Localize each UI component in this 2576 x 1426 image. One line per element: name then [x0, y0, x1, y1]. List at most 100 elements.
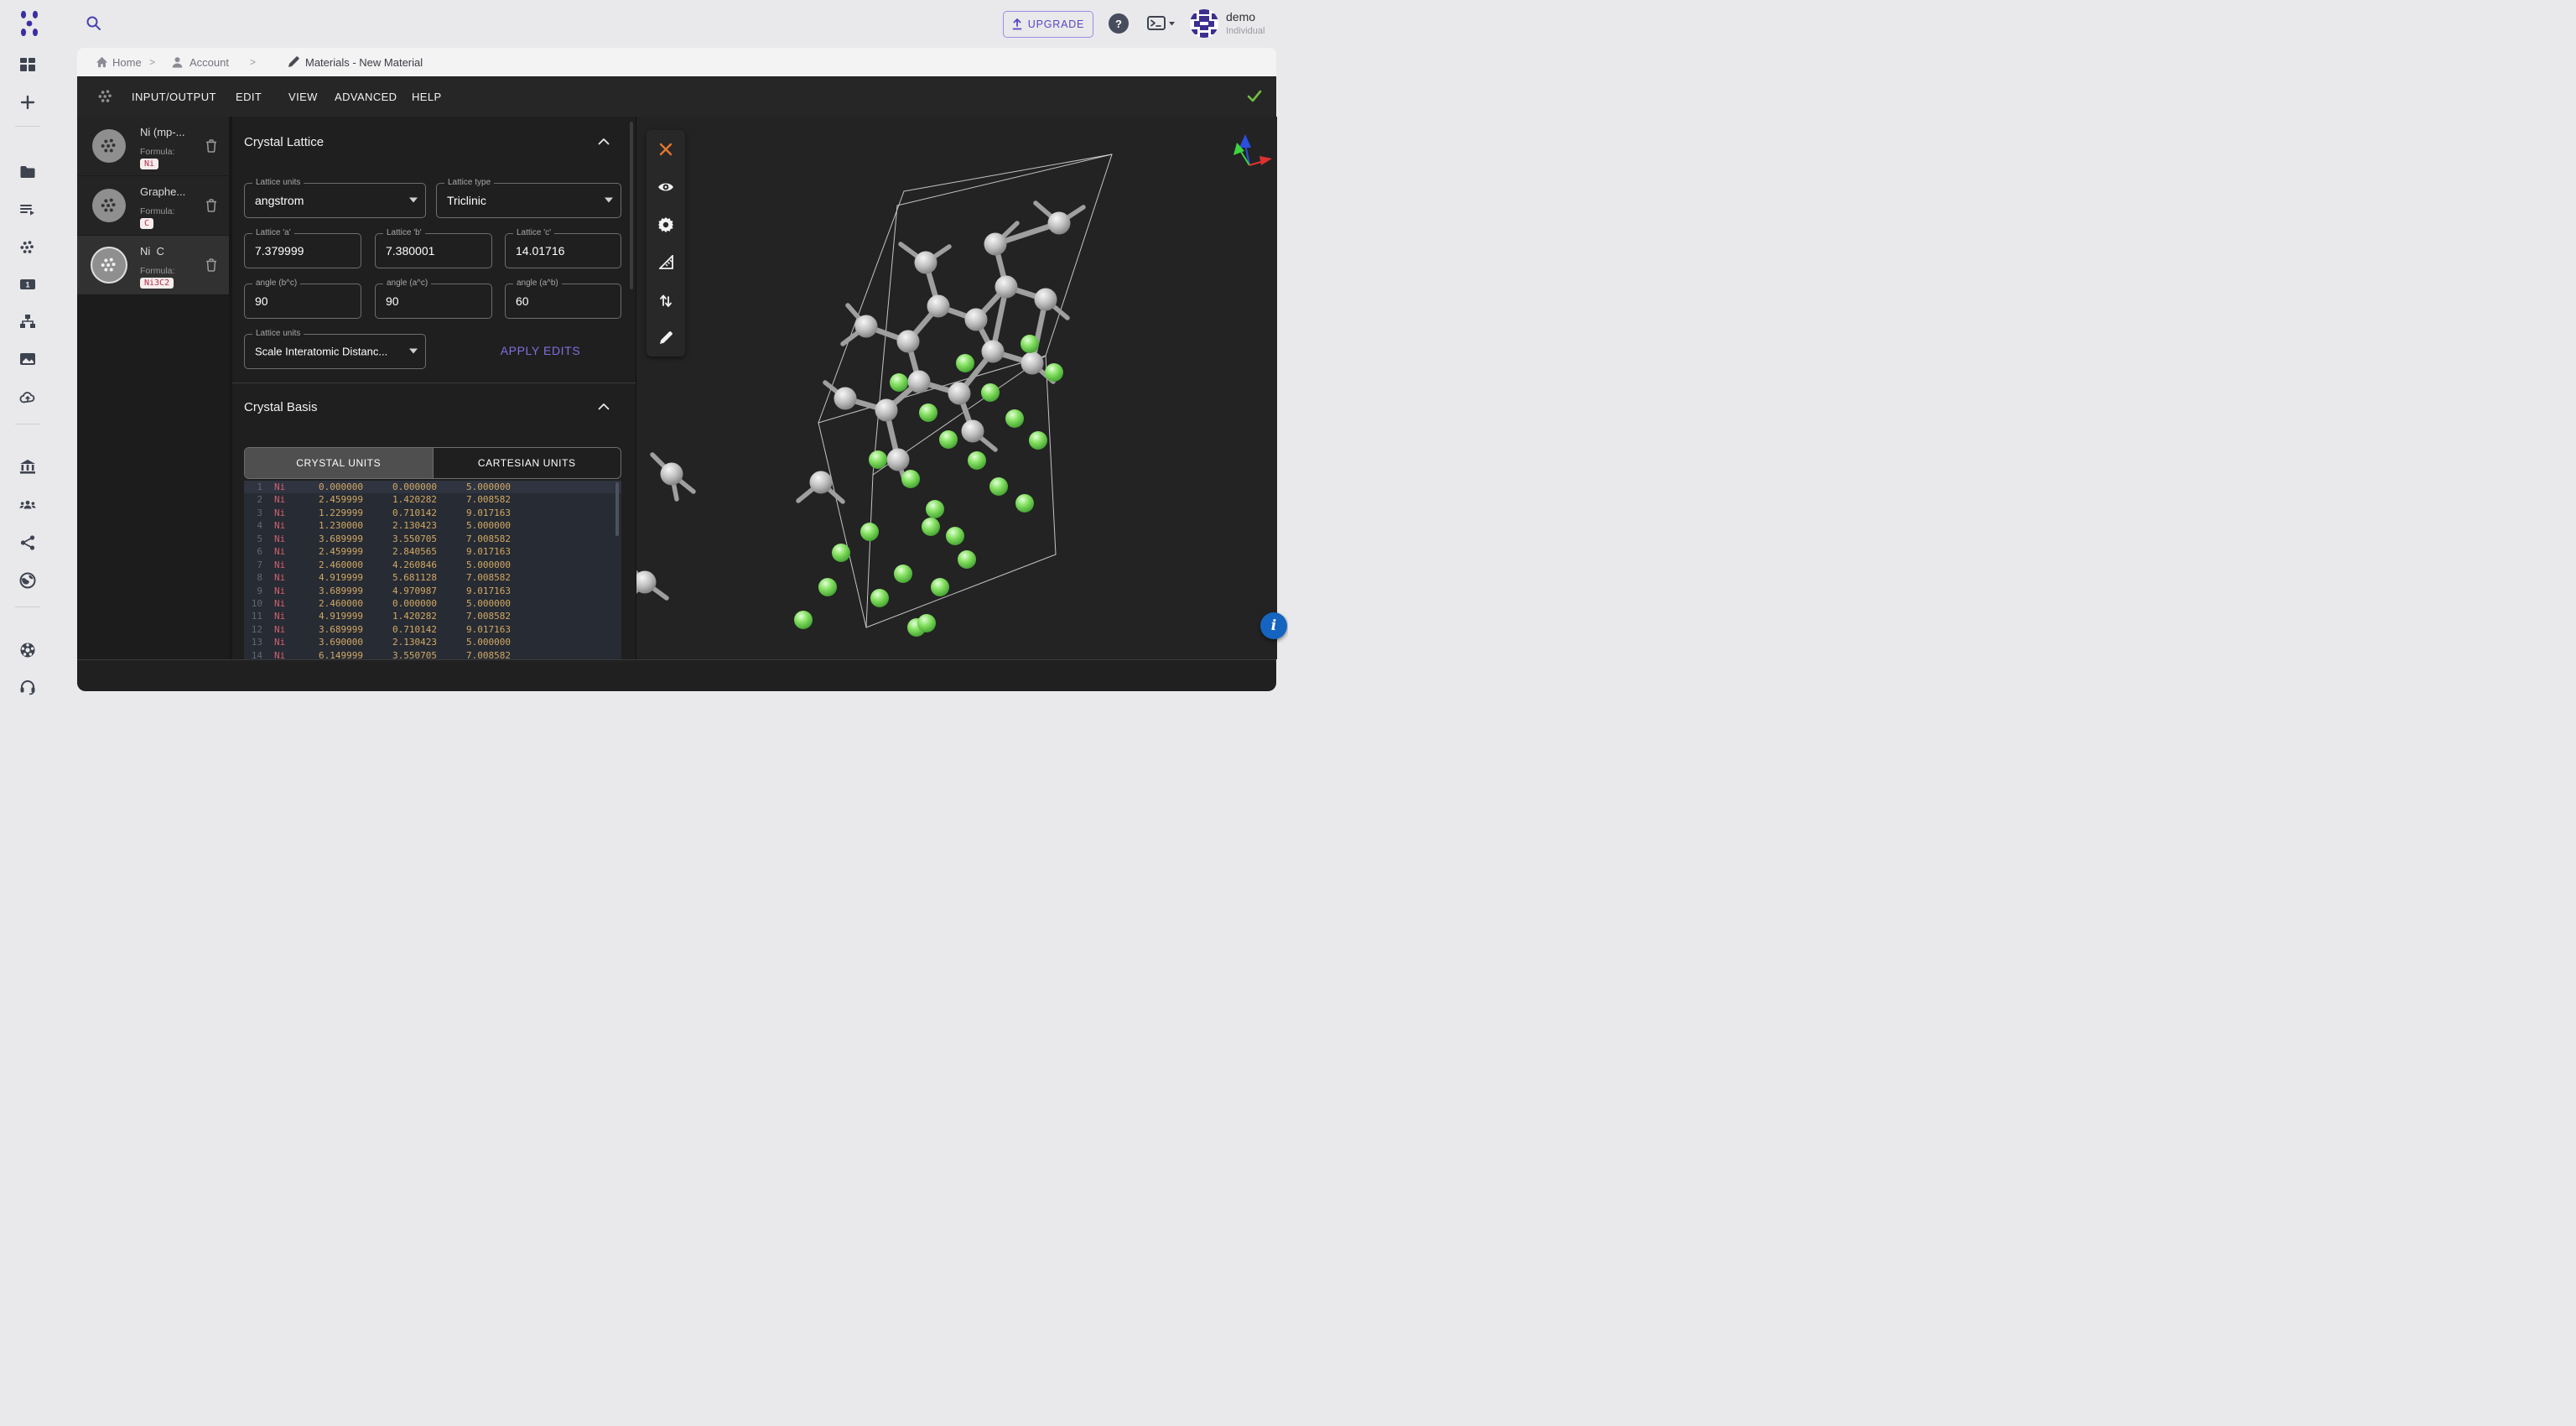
delete-trash-icon[interactable] — [205, 139, 217, 153]
lattice-units-select[interactable]: Lattice units angstrom — [244, 183, 426, 218]
menu-advanced[interactable]: ADVANCED — [335, 76, 397, 117]
tab-crystal-units[interactable]: CRYSTAL UNITS — [245, 448, 433, 478]
svg-text:1: 1 — [25, 281, 29, 289]
sort-arrows-icon[interactable] — [647, 281, 685, 319]
projects-folder-icon[interactable] — [19, 164, 36, 180]
carbon-atom — [1048, 212, 1071, 235]
nickel-atom — [968, 451, 986, 470]
breadcrumb: Home > Account > Materials - New Materia… — [77, 48, 1276, 76]
console-dropdown-icon[interactable] — [1147, 16, 1176, 31]
close-icon[interactable] — [647, 130, 685, 168]
measure-ruler-icon[interactable] — [647, 243, 685, 281]
organization-bank-icon[interactable] — [19, 459, 36, 476]
material-avatar — [92, 248, 126, 282]
menu-input-output[interactable]: INPUT/OUTPUT — [132, 76, 216, 117]
tab-cartesian-units[interactable]: CARTESIAN UNITS — [433, 448, 621, 478]
nickel-atom — [890, 373, 908, 392]
delete-trash-icon[interactable] — [205, 258, 217, 272]
atomic-bonds — [636, 203, 1083, 601]
create-new-icon[interactable] — [19, 94, 36, 111]
panel-scrollbar[interactable] — [630, 122, 633, 289]
edit-pencil-icon[interactable] — [647, 319, 685, 356]
nickel-atom — [981, 383, 1000, 402]
upgrade-button[interactable]: UPGRADE — [1003, 11, 1093, 38]
home-icon[interactable] — [96, 56, 108, 68]
web-globe-icon[interactable] — [19, 572, 36, 589]
help-wheel-icon[interactable] — [19, 642, 36, 658]
visibility-eye-icon[interactable] — [647, 168, 685, 206]
materials-molecule-icon[interactable] — [19, 239, 36, 256]
menu-view[interactable]: VIEW — [288, 76, 318, 117]
dashboard-icon[interactable] — [19, 56, 36, 73]
team-people-icon[interactable] — [19, 497, 36, 513]
workflows-sitemap-icon[interactable] — [19, 313, 36, 330]
nickel-atom — [794, 611, 813, 629]
lattice-type-select[interactable]: Lattice type Triclinic — [436, 183, 621, 218]
carbon-atom — [982, 341, 1005, 363]
bank-card-icon[interactable]: 1 — [19, 276, 36, 293]
info-button[interactable]: i — [1260, 612, 1287, 639]
material-list-item[interactable]: Ni (mp-...Formula:Ni — [77, 117, 229, 176]
material-formula-chip: Ni3C2 — [140, 278, 174, 289]
material-formula-chip: Ni — [140, 159, 158, 169]
breadcrumb-home[interactable]: Home — [112, 56, 142, 69]
structure-3d-viewport[interactable]: i — [636, 117, 1277, 659]
angle-bc-input[interactable]: angle (b^c) 90 — [244, 284, 361, 319]
nickel-atom — [958, 550, 976, 569]
basis-coordinates-editor[interactable]: 1Ni0.0000000.0000005.0000002Ni2.4599991.… — [244, 481, 621, 659]
carbon-atom — [984, 233, 1007, 256]
user-avatar[interactable] — [1190, 9, 1218, 38]
help-button[interactable]: ? — [1109, 13, 1129, 34]
axes-helper — [1233, 134, 1272, 165]
crystal-form-panel: Crystal Lattice Lattice units angstrom L… — [232, 117, 636, 659]
account-icon[interactable] — [171, 55, 184, 69]
chevron-down-icon — [409, 349, 418, 354]
lattice-c-input[interactable]: Lattice 'c' 14.01716 — [505, 233, 621, 268]
basis-row: 9Ni3.6899994.9709879.017163 — [244, 585, 621, 597]
mat3ra-logo-icon[interactable] — [17, 10, 42, 37]
carbon-atom — [995, 276, 1018, 299]
basis-row: 11Ni4.9199991.4202827.008582 — [244, 610, 621, 622]
carbon-atom — [855, 315, 878, 338]
lattice-a-input[interactable]: Lattice 'a' 7.379999 — [244, 233, 361, 268]
basis-row: 6Ni2.4599992.8405659.017163 — [244, 545, 621, 558]
apply-edits-button[interactable]: APPLY EDITS — [463, 334, 618, 367]
basis-row: 10Ni2.4600000.0000005.000000 — [244, 597, 621, 610]
menu-edit[interactable]: EDIT — [236, 76, 262, 117]
lattice-units-mode-select[interactable]: Lattice units Scale Interatomic Distanc.… — [244, 334, 426, 369]
basis-row: 5Ni3.6899993.5507057.008582 — [244, 533, 621, 545]
breadcrumb-account[interactable]: Account — [190, 56, 229, 69]
breadcrumb-separator: > — [149, 56, 155, 68]
editor-scrollbar[interactable] — [615, 482, 619, 536]
settings-gear-icon[interactable] — [647, 206, 685, 243]
material-list-item[interactable]: Ni CFormula:Ni3C2 — [77, 236, 229, 295]
lattice-b-input[interactable]: Lattice 'b' 7.380001 — [375, 233, 492, 268]
nickel-atom — [1005, 409, 1024, 428]
carbon-atom — [948, 383, 971, 405]
nickel-atom — [870, 589, 889, 607]
media-image-icon[interactable] — [19, 351, 36, 367]
angle-ac-input[interactable]: angle (a^c) 90 — [375, 284, 492, 319]
basis-row: 14Ni6.1499993.5507057.008582 — [244, 649, 621, 659]
cloud-upload-icon[interactable] — [19, 389, 36, 406]
collapse-basis-icon[interactable] — [598, 403, 610, 410]
menu-help[interactable]: HELP — [412, 76, 442, 117]
material-name: Ni C — [140, 245, 164, 258]
basis-row: 4Ni1.2300002.1304235.000000 — [244, 519, 621, 532]
material-formula-label: Formula: — [140, 147, 174, 157]
user-name[interactable]: demo — [1226, 10, 1255, 23]
crystal-basis-title: Crystal Basis — [244, 400, 318, 414]
nickel-atom — [832, 544, 850, 562]
sidebar-divider — [15, 126, 40, 127]
material-list-item[interactable]: Graphe...Formula:C — [77, 176, 229, 236]
delete-trash-icon[interactable] — [205, 199, 217, 212]
jobs-playlist-icon[interactable] — [19, 201, 36, 218]
angle-ab-input[interactable]: angle (a^b) 60 — [505, 284, 621, 319]
chevron-down-icon — [409, 198, 418, 203]
support-headset-icon[interactable] — [19, 679, 36, 695]
search-icon[interactable] — [86, 15, 102, 32]
share-icon[interactable] — [19, 534, 36, 551]
nickel-atom — [860, 523, 879, 541]
nickel-atom — [1045, 363, 1063, 382]
collapse-lattice-icon[interactable] — [598, 138, 610, 145]
